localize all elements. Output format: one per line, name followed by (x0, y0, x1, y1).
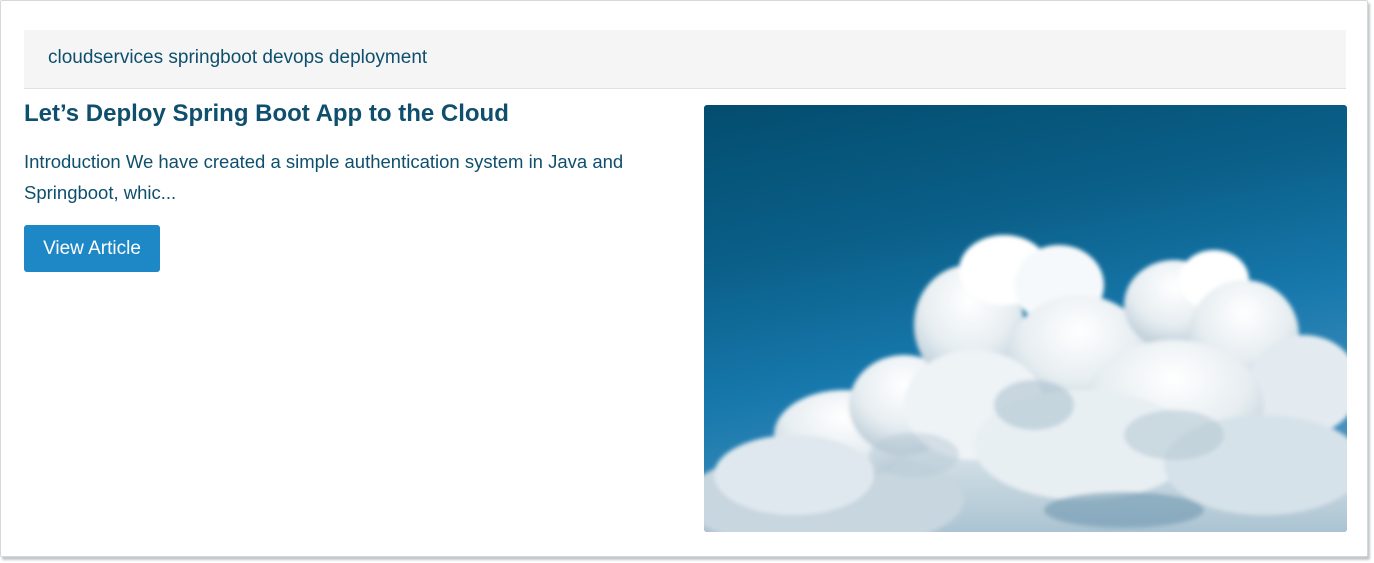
article-title[interactable]: Let’s Deploy Spring Boot App to the Clou… (24, 100, 509, 128)
tag-bar: cloudservices springboot devops deployme… (24, 30, 1346, 89)
article-excerpt: Introduction We have created a simple au… (24, 151, 624, 203)
article-tags: cloudservices springboot devops deployme… (48, 47, 428, 68)
cloud-sky-image (704, 105, 1347, 532)
article-card: cloudservices springboot devops deployme… (0, 0, 1368, 557)
article-image[interactable] (704, 105, 1347, 532)
view-article-button[interactable]: View Article (24, 225, 160, 272)
